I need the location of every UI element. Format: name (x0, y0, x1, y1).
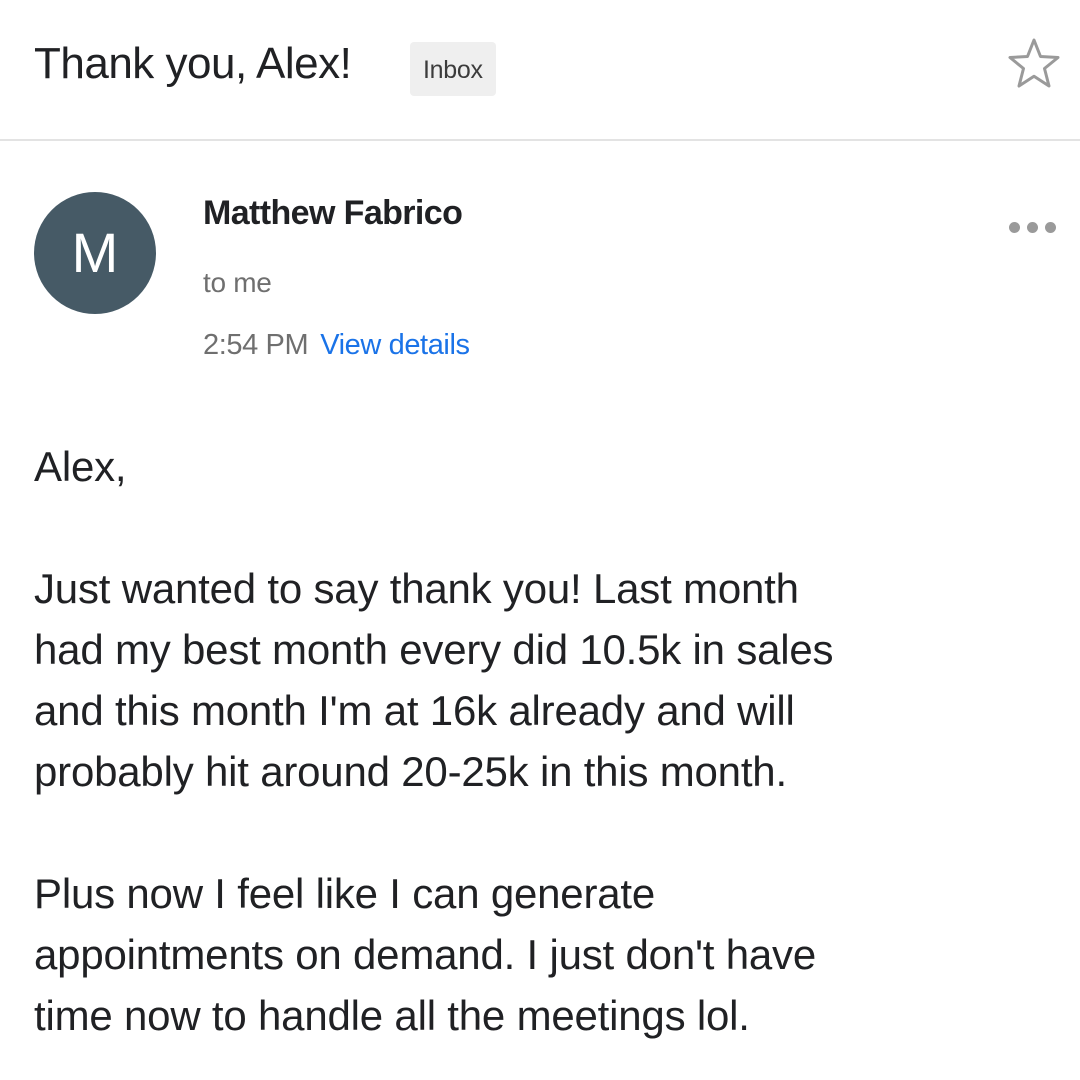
star-icon[interactable] (1004, 34, 1064, 94)
body-line: Plus now I feel like I can generate (34, 870, 656, 917)
more-options-icon[interactable] (1007, 220, 1059, 236)
sender-avatar[interactable]: M (34, 192, 156, 314)
more-dot (1045, 222, 1056, 233)
more-dot (1009, 222, 1020, 233)
inbox-label-chip[interactable]: Inbox (410, 42, 496, 96)
sender-name[interactable]: Matthew Fabrico (203, 193, 463, 233)
body-line: and this month I'm at 16k already and wi… (34, 687, 795, 734)
message-meta: 2:54 PM View details (203, 327, 470, 363)
subject-bar: Thank you, Alex! Inbox (0, 0, 1080, 141)
body-line: had my best month every did 10.5k in sal… (34, 626, 834, 673)
body-line: appointments on demand. I just don't hav… (34, 931, 817, 978)
greeting: Alex, (34, 443, 127, 490)
recipient-line: to me (203, 267, 272, 298)
more-dot (1027, 222, 1038, 233)
view-details-link[interactable]: View details (320, 329, 470, 361)
body-paragraph: Plus now I feel like I can generate appo… (34, 863, 1064, 1046)
message-time: 2:54 PM (203, 329, 309, 361)
body-paragraph: Just wanted to say thank you! Last month… (34, 558, 1064, 802)
email-subject: Thank you, Alex! (34, 39, 352, 88)
body-line: time now to handle all the meetings lol. (34, 992, 750, 1039)
body-line: Just wanted to say thank you! Last month (34, 565, 799, 612)
body-line: probably hit around 20-25k in this month… (34, 748, 787, 795)
message-body: Alex, Just wanted to say thank you! Last… (34, 436, 1064, 1046)
